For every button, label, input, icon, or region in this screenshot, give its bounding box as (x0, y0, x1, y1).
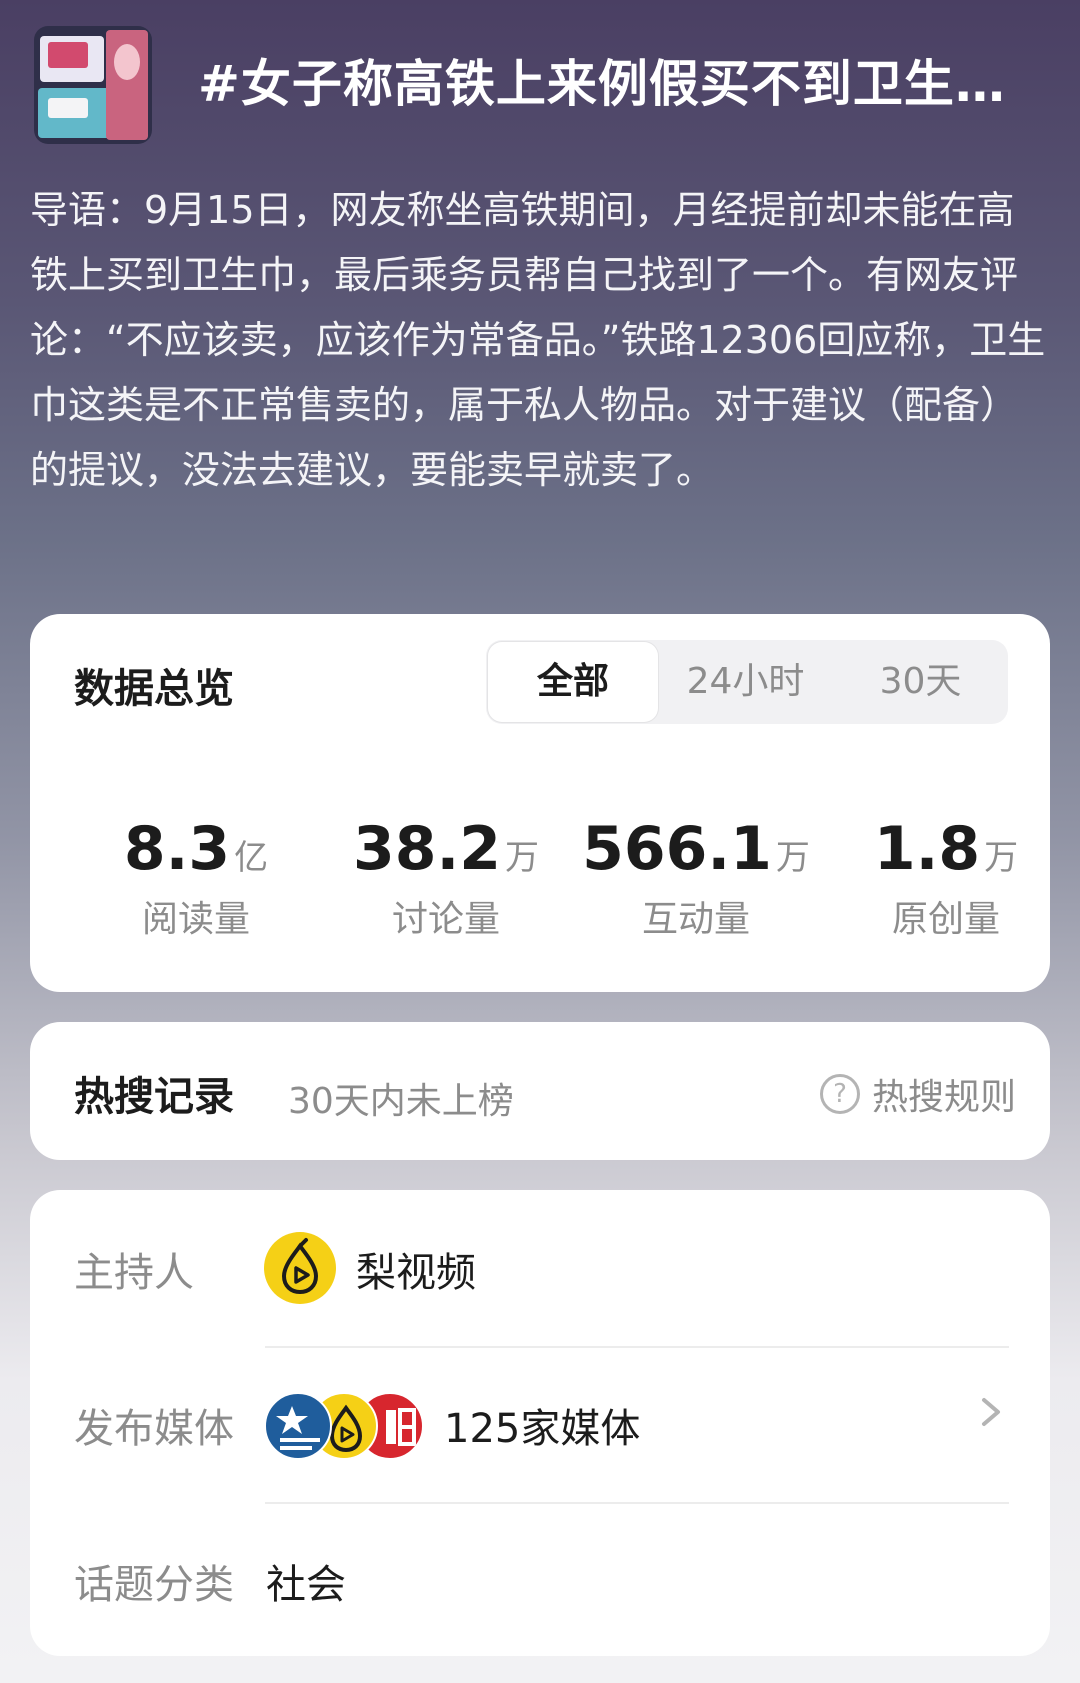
topic-header: #女子称高铁上来例假买不到卫生… (34, 26, 1054, 146)
host-label: 主持人 (74, 1250, 194, 1296)
topic-thumbnail[interactable] (34, 26, 152, 144)
hot-search-rules-label: 热搜规则 (871, 1077, 1016, 1118)
stat-original: 1.8 万 原创量 (821, 814, 1071, 942)
data-overview-card: 数据总览 全部 24小时 30天 8.3 亿 阅读量 38.2 万 讨论量 566.… (30, 614, 1050, 992)
stat-interactions: 566.1 万 互动量 (571, 814, 821, 942)
stat-unit: 万 (775, 838, 810, 878)
stat-unit: 万 (984, 838, 1019, 878)
tab-30-days[interactable]: 30天 (833, 640, 1008, 724)
stat-label: 阅读量 (141, 899, 250, 940)
stat-value: 566.1 (582, 814, 772, 884)
chevron-right-icon (980, 1390, 1004, 1445)
category-value: 社会 (266, 1562, 346, 1608)
stat-label: 讨论量 (391, 899, 500, 940)
stat-reads: 8.3 亿 阅读量 (71, 814, 321, 942)
hot-search-title: 热搜记录 (74, 1074, 234, 1120)
pear-video-logo-icon (264, 1232, 336, 1304)
topic-title: #女子称高铁上来例假买不到卫生… (198, 55, 1006, 113)
tab-all[interactable]: 全部 (488, 642, 658, 722)
stat-value: 8.3 (123, 814, 231, 884)
time-range-tabs: 全部 24小时 30天 (486, 640, 1008, 724)
stat-discussions: 38.2 万 讨论量 (321, 814, 571, 942)
media-avatars (264, 1392, 424, 1460)
hot-search-rules-link[interactable]: ? 热搜规则 (819, 1068, 1016, 1118)
topic-intro: 导语：9月15日，网友称坐高铁期间，月经提前却未能在高铁上买到卫生巾，最后乘务员… (30, 188, 1046, 492)
hot-search-card: 热搜记录 30天内未上榜 ? 热搜规则 (30, 1022, 1050, 1160)
media-count: 125家媒体 (444, 1406, 641, 1452)
stat-label: 原创量 (891, 899, 1000, 940)
tab-24-hours[interactable]: 24小时 (658, 640, 833, 724)
media-row[interactable]: 发布媒体 125家媒体 (30, 1346, 1050, 1502)
hot-search-status: 30天内未上榜 (288, 1081, 514, 1122)
host-name: 梨视频 (356, 1250, 476, 1296)
stat-value: 38.2 (352, 814, 502, 884)
category-row: 话题分类 社会 (30, 1502, 1050, 1658)
stat-value: 1.8 (873, 814, 981, 884)
topic-info-card: 主持人 梨视频 发布媒体 125家媒体 话题分类 社会 (30, 1190, 1050, 1656)
category-label: 话题分类 (74, 1562, 234, 1608)
media-label: 发布媒体 (74, 1406, 234, 1452)
question-circle-icon: ? (819, 1074, 860, 1114)
china-newsweek-logo-icon (264, 1392, 332, 1460)
stat-unit: 万 (505, 838, 540, 878)
overview-title: 数据总览 (74, 666, 234, 712)
host-row[interactable]: 主持人 梨视频 (30, 1190, 1050, 1346)
stat-unit: 亿 (234, 838, 269, 878)
stat-label: 互动量 (641, 899, 750, 940)
